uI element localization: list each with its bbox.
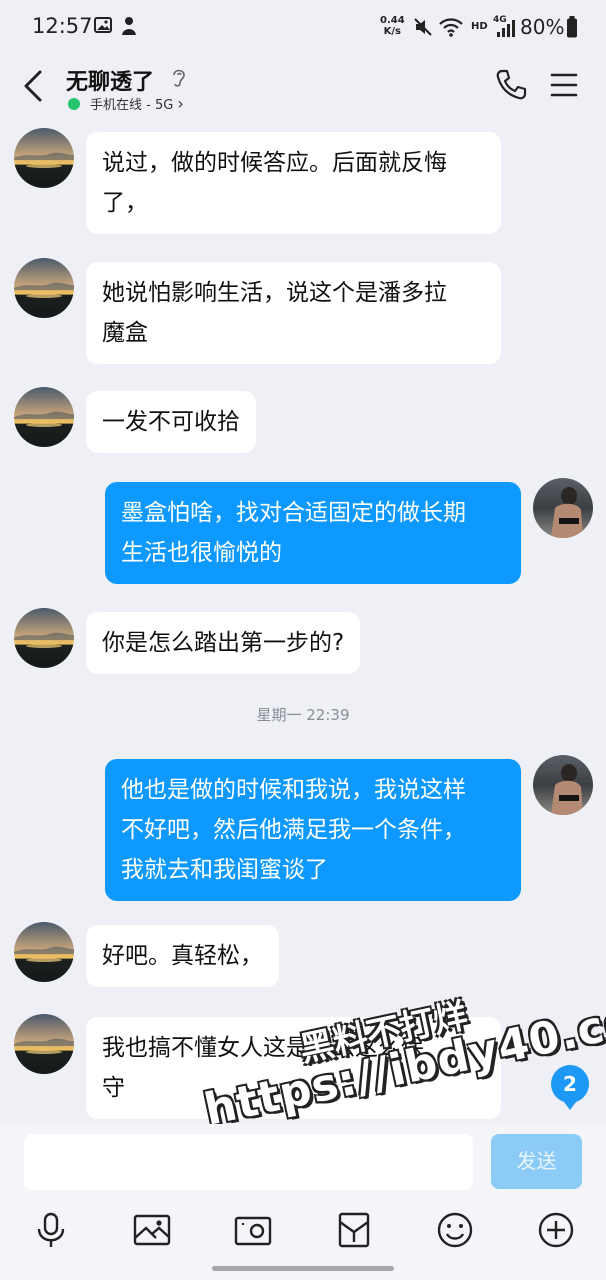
send-button[interactable]: 发送 bbox=[491, 1134, 582, 1189]
battery-icon bbox=[567, 16, 577, 38]
ear-icon[interactable] bbox=[170, 66, 188, 88]
contact-avatar[interactable] bbox=[14, 258, 74, 318]
contact-avatar[interactable] bbox=[14, 1014, 74, 1074]
plus-icon[interactable] bbox=[536, 1210, 576, 1250]
message-bubble-incoming[interactable]: 说过，做的时候答应。后面就反悔 了， bbox=[86, 132, 501, 234]
contact-avatar[interactable] bbox=[14, 387, 74, 447]
message-bubble-incoming[interactable]: 她说怕影响生活，说这个是潘多拉 魔盒 bbox=[86, 262, 501, 364]
message-bubble-outgoing[interactable]: 他也是做的时候和我说，我说这样 不好吧，然后他满足我一个条件， 我就去和我闺蜜谈… bbox=[105, 759, 521, 901]
back-icon[interactable] bbox=[18, 68, 50, 104]
online-dot bbox=[68, 97, 80, 110]
my-avatar[interactable] bbox=[533, 755, 593, 815]
message-bubble-outgoing[interactable]: 墨盒怕啥，找对合适固定的做长期 生活也很愉悦的 bbox=[105, 482, 521, 584]
contact-avatar[interactable] bbox=[14, 922, 74, 982]
my-avatar[interactable] bbox=[533, 478, 593, 538]
image-icon[interactable] bbox=[132, 1210, 172, 1250]
app-notification-icon bbox=[122, 17, 136, 35]
message-bubble-incoming[interactable]: 你是怎么踏出第一步的? bbox=[86, 612, 361, 674]
battery-level: 80% bbox=[520, 15, 565, 39]
online-status[interactable]: 手机在线 - 5G › bbox=[68, 94, 184, 113]
unread-count-badge[interactable]: 2 bbox=[551, 1065, 589, 1110]
mic-icon[interactable] bbox=[31, 1210, 71, 1250]
hd-label: HD bbox=[471, 21, 488, 32]
home-indicator[interactable] bbox=[212, 1266, 394, 1271]
chat-title[interactable]: 无聊透了 bbox=[66, 64, 154, 96]
wifi-icon bbox=[439, 18, 463, 37]
contact-avatar[interactable] bbox=[14, 128, 74, 188]
message-bubble-incoming[interactable]: 一发不可收拾 bbox=[86, 391, 256, 453]
phone-call-icon[interactable] bbox=[494, 68, 528, 102]
mute-icon bbox=[414, 18, 432, 36]
contact-avatar[interactable] bbox=[14, 608, 74, 668]
status-bar: 12:57 0.44 K/s HD 4G 80% bbox=[0, 0, 606, 56]
message-input[interactable] bbox=[24, 1134, 473, 1190]
chevron-right-icon: › bbox=[177, 94, 184, 113]
input-area: 发送 bbox=[0, 1124, 606, 1280]
chat-header: 无聊透了 手机在线 - 5G › bbox=[0, 56, 606, 122]
network-speed: 0.44 K/s bbox=[380, 15, 405, 37]
menu-icon[interactable] bbox=[550, 72, 578, 98]
message-bubble-incoming[interactable]: 好吧。真轻松， bbox=[86, 925, 279, 987]
message-timestamp: 星期一 22:39 bbox=[256, 706, 350, 724]
gallery-notification-icon bbox=[94, 17, 112, 33]
camera-icon[interactable] bbox=[233, 1210, 273, 1250]
red-packet-icon[interactable] bbox=[334, 1210, 374, 1250]
status-time: 12:57 bbox=[32, 14, 93, 38]
online-status-text: 手机在线 - 5G bbox=[90, 98, 174, 113]
signal-icon bbox=[497, 20, 515, 37]
emoji-icon[interactable] bbox=[435, 1210, 475, 1250]
